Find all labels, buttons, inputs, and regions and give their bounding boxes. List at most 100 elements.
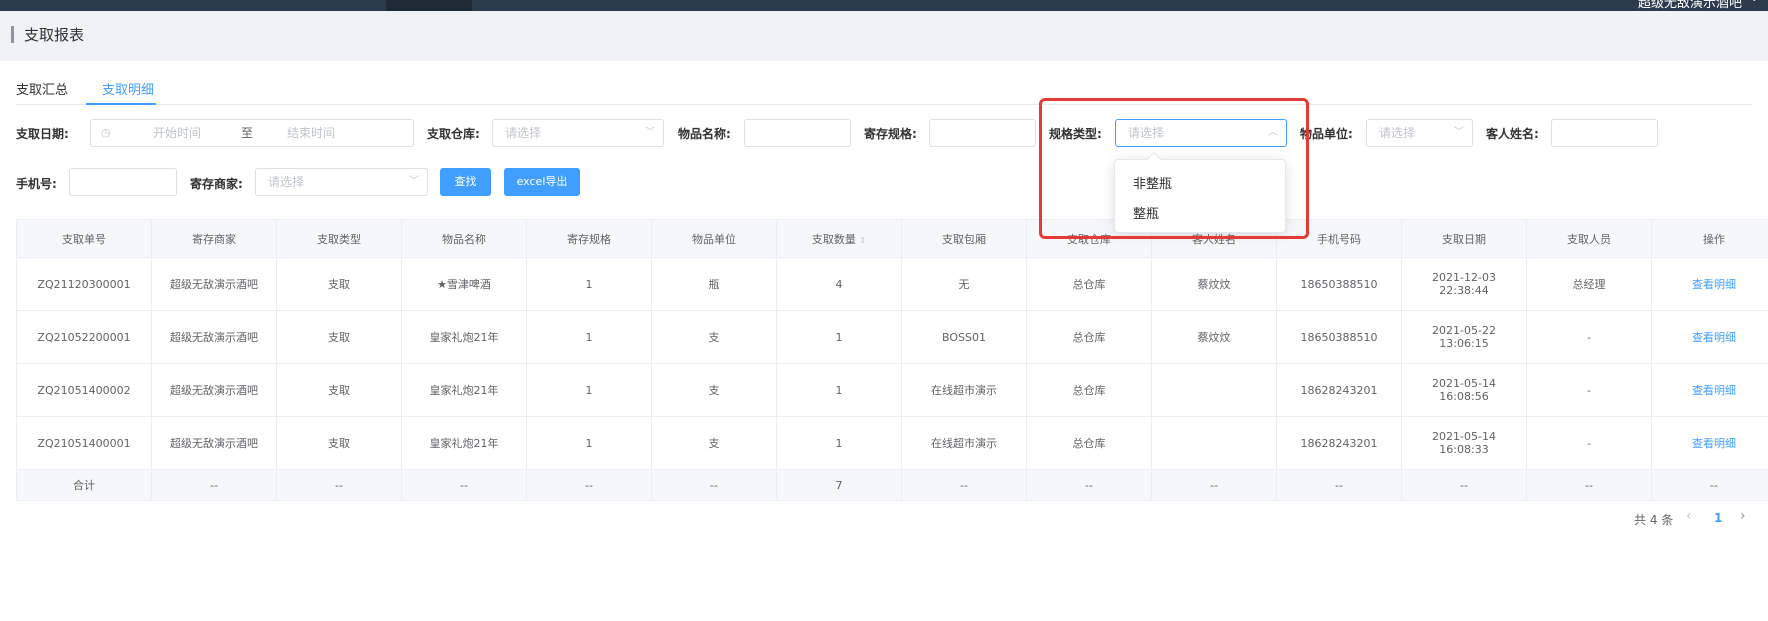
table-cell: ZQ21052200001: [16, 310, 152, 364]
summary-cell: --: [1026, 469, 1152, 501]
tab-detail[interactable]: 支取明细: [102, 79, 154, 98]
table-cell: 超级无敌演示酒吧: [151, 416, 277, 470]
table-cell: -: [1526, 310, 1652, 364]
table-cell: 18628243201: [1276, 363, 1402, 417]
table-cell: 1: [776, 416, 902, 470]
view-detail-link[interactable]: 查看明细: [1651, 310, 1768, 364]
table-cell: 2021-05-14 16:08:33: [1401, 416, 1527, 470]
table-cell: 支取: [276, 257, 402, 311]
table-cell: 1: [526, 416, 652, 470]
end-date-input[interactable]: 结束时间: [287, 120, 335, 146]
item-name-input[interactable]: [744, 119, 851, 147]
column-header: 操作: [1651, 219, 1768, 258]
summary-cell: 合计: [16, 469, 152, 501]
page-title: 支取报表: [24, 26, 85, 44]
table-cell: 瓶: [651, 257, 777, 311]
column-header: 寄存商家: [151, 219, 277, 258]
view-detail-link[interactable]: 查看明细: [1651, 363, 1768, 417]
view-detail-link[interactable]: 查看明细: [1651, 257, 1768, 311]
date-range-picker[interactable]: ◷ 开始时间 至 结束时间: [90, 119, 414, 147]
table-header-row: 支取单号 寄存商家 支取类型 物品名称 寄存规格 物品单位 支取数量 ⇕ 支取包…: [16, 219, 1768, 258]
table-cell: 1: [526, 363, 652, 417]
summary-cell: --: [276, 469, 402, 501]
tab-summary[interactable]: 支取汇总: [16, 79, 68, 98]
chevron-down-icon[interactable]: ⌄: [1750, 0, 1758, 4]
view-detail-link[interactable]: 查看明细: [1651, 416, 1768, 470]
user-name[interactable]: 超级无敌演示酒吧: [1638, 0, 1742, 11]
table-cell: 1: [526, 310, 652, 364]
column-header: 支取日期: [1401, 219, 1527, 258]
chevron-down-icon: ﹀: [1454, 127, 1464, 138]
table-cell: 总经理: [1526, 257, 1652, 311]
summary-cell: --: [901, 469, 1027, 501]
merchant-placeholder: 请选择: [268, 175, 305, 189]
table-cell: 皇家礼炮21年: [401, 416, 527, 470]
table-cell: ZQ21051400002: [16, 363, 152, 417]
nav-active-block[interactable]: [386, 0, 472, 11]
table-cell: 超级无敌演示酒吧: [151, 363, 277, 417]
column-header: 支取单号: [16, 219, 152, 258]
summary-cell: --: [401, 469, 527, 501]
column-header: 寄存规格: [526, 219, 652, 258]
table-cell: 在线超市演示: [901, 416, 1027, 470]
table-cell: BOSS01: [901, 310, 1027, 364]
top-nav-bar: 超级无敌演示酒吧 ⌄: [0, 0, 1768, 11]
merchant-label: 寄存商家:: [190, 177, 243, 191]
phone-label: 手机号:: [16, 177, 57, 191]
column-header: 支取包厢: [901, 219, 1027, 258]
chevron-down-icon: ﹀: [645, 127, 655, 138]
table-cell: 总仓库: [1026, 363, 1152, 417]
prev-page-icon[interactable]: ‹: [1686, 508, 1692, 524]
page-header: 支取报表: [0, 11, 1768, 61]
guest-name-input[interactable]: [1551, 119, 1658, 147]
phone-input[interactable]: [69, 168, 177, 196]
table-cell: 支取: [276, 416, 402, 470]
column-header: 支取类型: [276, 219, 402, 258]
sort-icon[interactable]: ⇕: [859, 236, 866, 245]
table-cell: ★雪津啤酒: [401, 257, 527, 311]
summary-cell: --: [1401, 469, 1527, 501]
table-cell: 总仓库: [1026, 257, 1152, 311]
highlight-box: [1039, 98, 1309, 239]
table-cell: 1: [776, 363, 902, 417]
summary-cell: --: [1651, 469, 1768, 501]
summary-cell: --: [1526, 469, 1652, 501]
table-cell: 总仓库: [1026, 310, 1152, 364]
merchant-select[interactable]: 请选择 ﹀: [255, 168, 428, 196]
item-name-label: 物品名称:: [678, 127, 731, 141]
column-header: 支取人员: [1526, 219, 1652, 258]
summary-row: 合计 -- -- -- -- -- 7 -- -- -- -- -- -- --: [16, 469, 1768, 501]
table-cell: 支: [651, 363, 777, 417]
column-header-sortable[interactable]: 支取数量 ⇕: [776, 219, 902, 258]
page-number-current[interactable]: 1: [1714, 511, 1722, 525]
warehouse-label: 支取仓库:: [427, 127, 480, 141]
table-cell: 18650388510: [1276, 310, 1402, 364]
start-date-input[interactable]: 开始时间: [153, 120, 201, 146]
column-header: 物品单位: [651, 219, 777, 258]
pagination-total: 共 4 条: [1634, 513, 1674, 527]
table-cell: 超级无敌演示酒吧: [151, 310, 277, 364]
unit-select[interactable]: 请选择 ﹀: [1366, 119, 1473, 147]
tab-active-indicator: [86, 103, 156, 105]
date-label: 支取日期:: [16, 127, 69, 141]
date-separator: 至: [241, 126, 254, 140]
table-cell: 蔡炆炆: [1151, 257, 1277, 311]
table-cell: 在线超市演示: [901, 363, 1027, 417]
table-cell: 超级无敌演示酒吧: [151, 257, 277, 311]
excel-export-button[interactable]: excel导出: [504, 168, 580, 196]
summary-cell: 7: [776, 469, 902, 501]
table-cell: 总仓库: [1026, 416, 1152, 470]
guest-name-label: 客人姓名:: [1486, 127, 1539, 141]
summary-cell: --: [151, 469, 277, 501]
table-row: ZQ21120300001 超级无敌演示酒吧 支取 ★雪津啤酒 1 瓶 4 无 …: [16, 257, 1768, 311]
chevron-down-icon: ﹀: [409, 176, 419, 187]
sortable-header-label: 支取数量: [811, 232, 856, 246]
warehouse-select[interactable]: 请选择 ﹀: [492, 119, 664, 147]
table-cell: 2021-05-22 13:06:15: [1401, 310, 1527, 364]
spec-input[interactable]: [929, 119, 1036, 147]
table-cell: -: [1526, 416, 1652, 470]
search-button[interactable]: 查找: [440, 168, 491, 196]
next-page-icon[interactable]: ›: [1740, 508, 1746, 524]
spec-label: 寄存规格:: [864, 127, 917, 141]
table-cell: -: [1526, 363, 1652, 417]
